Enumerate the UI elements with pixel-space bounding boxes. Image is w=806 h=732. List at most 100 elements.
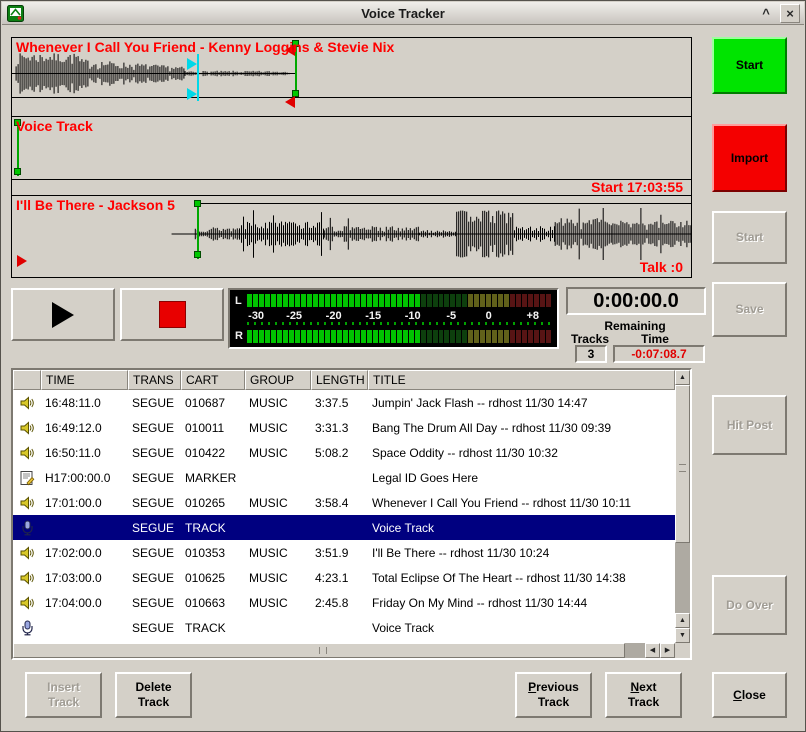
- next-track-button[interactable]: Next Track: [605, 672, 682, 718]
- meter-segment: [271, 294, 276, 307]
- stop-button[interactable]: [120, 288, 224, 341]
- meter-segment: [534, 294, 539, 307]
- trans-cell: SEGUE: [128, 615, 181, 640]
- speaker-icon: [19, 570, 35, 586]
- log-row[interactable]: H17:00:00.0SEGUEMARKERLegal ID Goes Here: [13, 465, 675, 490]
- scroll-right-button[interactable]: ▶: [660, 643, 675, 658]
- meter-segment: [462, 294, 467, 307]
- talk-marker-line[interactable]: [197, 54, 199, 101]
- meter-segment: [427, 330, 432, 343]
- meter-segment: [492, 330, 497, 343]
- meter-segment: [480, 330, 485, 343]
- talk-marker-handle-bottom[interactable]: [187, 88, 197, 100]
- do-over-button[interactable]: Do Over: [712, 575, 787, 635]
- row-icon-cell: [13, 540, 41, 565]
- start-track2-button[interactable]: Start: [712, 211, 787, 264]
- horizontal-scrollbar[interactable]: ◀ ▶: [13, 643, 675, 658]
- start-track1-button[interactable]: Start: [712, 37, 787, 94]
- scroll-up-button-2[interactable]: ▲: [675, 613, 690, 628]
- row-icon-cell: [13, 440, 41, 465]
- meter-segment: [331, 330, 336, 343]
- meter-segment: [361, 294, 366, 307]
- log-row[interactable]: 16:50:11.0SEGUE010422MUSIC5:08.2Space Od…: [13, 440, 675, 465]
- meter-segment: [528, 294, 533, 307]
- meter-segment: [522, 294, 527, 307]
- previous-track-button[interactable]: Previous Track: [515, 672, 592, 718]
- meter-segment: [337, 330, 342, 343]
- column-header-cart: CART: [181, 370, 245, 390]
- meter-segment: [391, 294, 396, 307]
- meter-segment: [313, 330, 318, 343]
- log-row[interactable]: 17:03:00.0SEGUE010625MUSIC4:23.1Total Ec…: [13, 565, 675, 590]
- meter-segment: [325, 294, 330, 307]
- meter-segment: [403, 294, 408, 307]
- meter-segment: [277, 294, 282, 307]
- row-icon-cell: [13, 565, 41, 590]
- scroll-left-button[interactable]: ◀: [645, 643, 660, 658]
- group-cell: [245, 615, 311, 640]
- trans-cell: SEGUE: [128, 515, 181, 540]
- region-line: [12, 97, 691, 98]
- hit-post-button[interactable]: Hit Post: [712, 395, 787, 455]
- speaker-icon: [19, 595, 35, 611]
- group-cell: MUSIC: [245, 415, 311, 440]
- meter-segment: [433, 294, 438, 307]
- marker-handle-square-bottom[interactable]: [194, 251, 201, 258]
- meter-segment: [522, 330, 527, 343]
- meter-right-label: R: [235, 330, 243, 342]
- shade-window-button[interactable]: ^: [756, 4, 776, 23]
- trans-cell: SEGUE: [128, 465, 181, 490]
- close-button[interactable]: Close: [712, 672, 787, 718]
- segue-marker-handle[interactable]: [17, 255, 27, 267]
- next-track-label-2: Track: [628, 695, 659, 710]
- horizontal-scrollbar-thumb[interactable]: [13, 643, 625, 658]
- row-icon-cell: [13, 415, 41, 440]
- delete-track-button[interactable]: Delete Track: [115, 672, 192, 718]
- log-row[interactable]: SEGUETRACKVoice Track: [13, 515, 675, 540]
- meter-scale-label: -25: [286, 310, 302, 322]
- window-title: Voice Tracker: [2, 6, 804, 21]
- cart-cell: 010422: [181, 440, 245, 465]
- meter-segment: [349, 294, 354, 307]
- group-cell: MUSIC: [245, 565, 311, 590]
- column-header-time: TIME: [41, 370, 128, 390]
- marker-handle-square-bottom[interactable]: [14, 168, 21, 175]
- log-row[interactable]: 16:49:12.0SEGUE010011MUSIC3:31.3Bang The…: [13, 415, 675, 440]
- mic-icon: [19, 620, 35, 636]
- meter-segment: [546, 294, 551, 307]
- log-row[interactable]: 16:48:11.0SEGUE010687MUSIC3:37.5Jumpin' …: [13, 390, 675, 415]
- meter-segment: [253, 330, 258, 343]
- meter-segment: [343, 330, 348, 343]
- meter-segment: [283, 294, 288, 307]
- save-button[interactable]: Save: [712, 282, 787, 337]
- meter-segment: [516, 294, 521, 307]
- close-window-icon[interactable]: ×: [780, 4, 800, 23]
- marker-handle-square-top[interactable]: [194, 200, 201, 207]
- vertical-scrollbar[interactable]: ▲ ▲ ▼: [675, 370, 690, 643]
- log-row[interactable]: 17:02:00.0SEGUE010353MUSIC3:51.9I'll Be …: [13, 540, 675, 565]
- meter-segment: [534, 330, 539, 343]
- fade-marker-handle-bottom[interactable]: [285, 96, 295, 108]
- meter-segment: [265, 294, 270, 307]
- meter-tickline: [247, 322, 551, 325]
- talk-marker-handle-top[interactable]: [187, 58, 197, 70]
- vertical-scrollbar-thumb[interactable]: [675, 385, 690, 543]
- log-row[interactable]: 17:01:00.0SEGUE010265MUSIC3:58.4Whenever…: [13, 490, 675, 515]
- import-button[interactable]: Import: [712, 124, 787, 192]
- length-cell: 4:23.1: [311, 565, 368, 590]
- scroll-up-button[interactable]: ▲: [675, 370, 690, 385]
- log-row[interactable]: SEGUETRACKVoice Track: [13, 615, 675, 640]
- time-cell: 17:03:00.0: [41, 565, 128, 590]
- log-row[interactable]: 17:04:00.0SEGUE010663MUSIC2:45.8Friday O…: [13, 590, 675, 615]
- title-cell: Bang The Drum All Day -- rdhost 11/30 09…: [368, 415, 675, 440]
- insert-track-button[interactable]: Insert Track: [25, 672, 102, 718]
- meter-segment: [373, 294, 378, 307]
- audio-level-meter: L -30-25-20-15-10-50+8 R: [228, 288, 559, 349]
- remaining-label: Remaining: [564, 319, 706, 333]
- meter-segment: [474, 330, 479, 343]
- meter-segment: [289, 330, 294, 343]
- play-button[interactable]: [11, 288, 115, 341]
- play-icon: [52, 302, 74, 328]
- row-icon-cell: [13, 490, 41, 515]
- scroll-down-button[interactable]: ▼: [675, 628, 690, 643]
